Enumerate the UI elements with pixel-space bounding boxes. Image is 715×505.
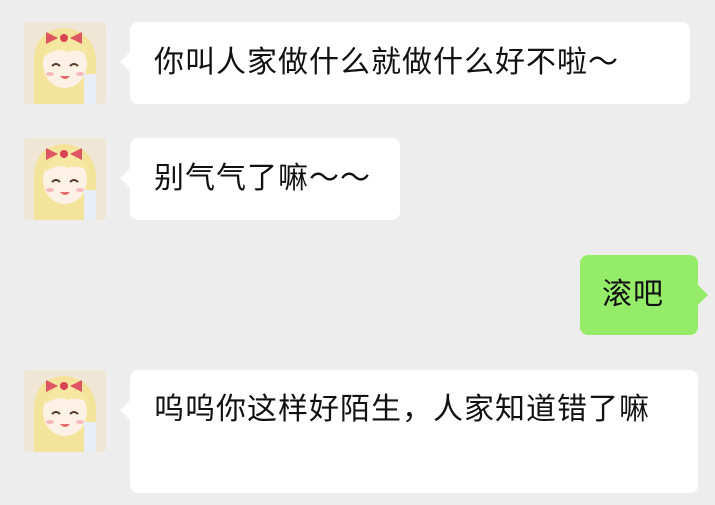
contact-avatar[interactable] bbox=[24, 370, 106, 452]
message-bubble-incoming[interactable]: 你叫人家做什么就做什么好不啦～ bbox=[120, 22, 690, 104]
message-bubble-outgoing[interactable]: 滚吧 bbox=[580, 255, 708, 335]
anime-girl-avatar-icon bbox=[24, 22, 106, 104]
message-text: 呜呜你这样好陌生，人家知道错了嘛 bbox=[154, 392, 650, 427]
anime-girl-avatar-icon bbox=[24, 138, 106, 220]
message-bubble-incoming[interactable]: 别气气了嘛～～ bbox=[120, 138, 400, 220]
message-text: 别气气了嘛～～ bbox=[154, 161, 371, 196]
message-text: 你叫人家做什么就做什么好不啦～ bbox=[154, 45, 619, 80]
contact-avatar[interactable] bbox=[24, 22, 106, 104]
message-bubble-incoming[interactable]: 呜呜你这样好陌生，人家知道错了嘛 bbox=[120, 370, 698, 493]
contact-avatar[interactable] bbox=[24, 138, 106, 220]
message-text: 滚吧 bbox=[602, 277, 664, 312]
anime-girl-avatar-icon bbox=[24, 370, 106, 452]
